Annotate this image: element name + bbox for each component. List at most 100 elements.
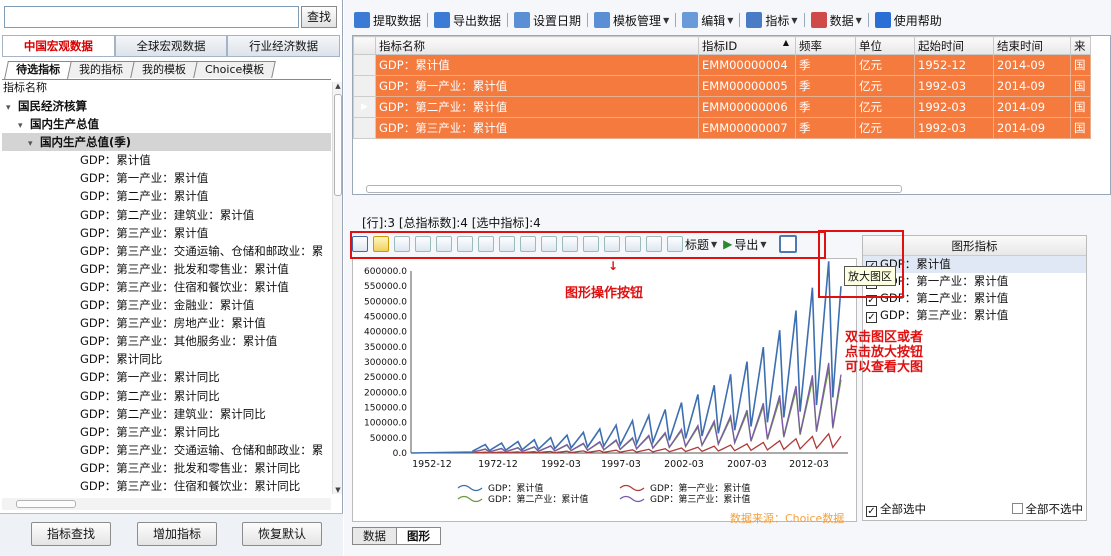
toolbar-button-3[interactable]: 模板管理 ▼: [590, 9, 673, 31]
table-cell[interactable]: 2014-09: [993, 75, 1071, 97]
tree-node[interactable]: GDP：累计同比: [2, 350, 331, 368]
tree-node[interactable]: GDP：第三产业：累计同比: [2, 423, 331, 441]
tab-my-indicators[interactable]: 我的指标: [67, 61, 135, 78]
tree-node[interactable]: ▾ 国民经济核算: [2, 97, 331, 115]
table-cell[interactable]: 1992-03: [914, 117, 994, 139]
table-cell[interactable]: 亿元: [855, 96, 915, 118]
toolbar-button-6[interactable]: 数据 ▼: [807, 9, 866, 31]
col-header-frequency[interactable]: 频率: [795, 36, 856, 55]
scroll-down-icon[interactable]: ▼: [333, 486, 343, 494]
table-cell[interactable]: 季: [795, 54, 856, 76]
col-header-name[interactable]: 指标名称: [375, 36, 699, 55]
table-cell[interactable]: 1952-12: [914, 54, 994, 76]
col-header-start[interactable]: 起始时间: [914, 36, 994, 55]
tree-node[interactable]: GDP：第三产业：金融业：累计值: [2, 296, 331, 314]
tree-node[interactable]: ▾ 国内生产总值: [2, 115, 331, 133]
toolbar-button-2[interactable]: 设置日期: [510, 9, 585, 31]
scrollbar-thumb[interactable]: [16, 500, 76, 508]
table-cell[interactable]: EMM00000005: [698, 75, 796, 97]
table-cell[interactable]: GDP：累计值: [375, 54, 699, 76]
table-cell[interactable]: 1992-03: [914, 96, 994, 118]
table-cell[interactable]: 亿元: [855, 54, 915, 76]
search-button[interactable]: 查找: [301, 6, 337, 28]
table-cell[interactable]: 2014-09: [993, 96, 1071, 118]
table-cell[interactable]: 1992-03: [914, 75, 994, 97]
table-row[interactable]: ▶ GDP：第二产业：累计值 EMM00000006 季亿元 1992-03 2014-0…: [353, 96, 1091, 118]
tree-horizontal-scrollbar[interactable]: [2, 498, 331, 510]
tree-node[interactable]: GDP：第三产业：批发和零售业：累计值: [2, 260, 331, 278]
table-row[interactable]: GDP：第三产业：累计值 EMM00000007 季亿元 1992-03 2014-09…: [353, 117, 1091, 139]
restore-default-button[interactable]: 恢复默认: [242, 522, 322, 546]
current-row-icon[interactable]: ▶: [353, 96, 376, 118]
tree-node[interactable]: GDP：第二产业：累计值: [2, 187, 331, 205]
scroll-up-icon[interactable]: ▲: [333, 82, 343, 90]
table-cell[interactable]: 季: [795, 96, 856, 118]
select-all-checkbox[interactable]: ✓ 全部选中: [866, 499, 926, 519]
table-cell[interactable]: 2014-09: [993, 54, 1071, 76]
table-cell[interactable]: GDP：第一产业：累计值: [375, 75, 699, 97]
col-header-unit[interactable]: 单位: [855, 36, 915, 55]
tree-node[interactable]: GDP：第三产业：住宿和餐饮业：累计同比: [2, 477, 331, 495]
table-cell[interactable]: 国: [1070, 54, 1091, 76]
row-header[interactable]: [353, 117, 376, 139]
tab-data[interactable]: 数据: [352, 527, 397, 545]
legend-swatch: [619, 484, 645, 492]
tree-node[interactable]: ▾ 国内生产总值(季): [2, 133, 331, 152]
table-cell[interactable]: 季: [795, 117, 856, 139]
tree-node[interactable]: GDP：第三产业：交通运输、仓储和邮政业：累: [2, 242, 331, 260]
checkbox-checked-icon[interactable]: ✓: [866, 312, 877, 323]
tree-node[interactable]: GDP：第二产业：建筑业：累计同比: [2, 405, 331, 423]
table-cell[interactable]: GDP：第二产业：累计值: [375, 96, 699, 118]
table-cell[interactable]: EMM00000007: [698, 117, 796, 139]
table-cell[interactable]: GDP：第三产业：累计值: [375, 117, 699, 139]
tree-node[interactable]: GDP：第一产业：累计同比: [2, 368, 331, 386]
tab-choice-templates[interactable]: Choice模板: [193, 61, 277, 78]
tab-chart[interactable]: 图形: [396, 527, 441, 545]
col-header-end[interactable]: 结束时间: [993, 36, 1071, 55]
grid-horizontal-scrollbar[interactable]: [352, 183, 1111, 195]
tab-my-templates[interactable]: 我的模板: [130, 61, 198, 78]
toolbar-button-7[interactable]: 使用帮助: [871, 9, 946, 31]
find-indicator-button[interactable]: 指标查找: [31, 522, 111, 546]
toolbar-button-4[interactable]: 编辑 ▼: [678, 9, 737, 31]
tree-node[interactable]: GDP：第二产业：建筑业：累计值: [2, 206, 331, 224]
tab-china-macro[interactable]: 中国宏观数据: [2, 35, 115, 57]
tree-node[interactable]: GDP：第三产业：批发和零售业：累计同比: [2, 459, 331, 477]
chart-indicator-item[interactable]: ✓ GDP：第三产业：累计值: [863, 307, 1086, 324]
add-indicator-button[interactable]: 增加指标: [137, 522, 217, 546]
tree-node[interactable]: GDP：第二产业：累计同比: [2, 387, 331, 405]
table-cell[interactable]: 2014-09: [993, 117, 1071, 139]
scrollbar-thumb[interactable]: [334, 94, 342, 196]
deselect-all-checkbox[interactable]: 全部不选中: [1011, 499, 1083, 519]
tree-node[interactable]: GDP：第三产业：累计值: [2, 224, 331, 242]
row-header[interactable]: [353, 54, 376, 76]
toolbar-button-1[interactable]: 导出数据: [430, 9, 505, 31]
col-header-source[interactable]: 来: [1070, 36, 1091, 55]
scrollbar-thumb[interactable]: [366, 185, 902, 193]
tab-candidate-indicators[interactable]: 待选指标: [4, 61, 72, 79]
table-cell[interactable]: EMM00000004: [698, 54, 796, 76]
tree-node[interactable]: GDP：第一产业：累计值: [2, 169, 331, 187]
table-cell[interactable]: 国: [1070, 75, 1091, 97]
table-cell[interactable]: 国: [1070, 96, 1091, 118]
table-cell[interactable]: EMM00000006: [698, 96, 796, 118]
toolbar-button-5[interactable]: 指标 ▼: [742, 9, 801, 31]
table-row[interactable]: GDP：第一产业：累计值 EMM00000005 季亿元 1992-03 2014-09…: [353, 75, 1091, 97]
tree-node[interactable]: GDP：第三产业：住宿和餐饮业：累计值: [2, 278, 331, 296]
toolbar-button-0[interactable]: 提取数据: [350, 9, 425, 31]
tree-vertical-scrollbar[interactable]: ▲ ▼: [332, 82, 342, 494]
table-row[interactable]: GDP：累计值 EMM00000004 季亿元 1952-12 2014-09 国: [353, 54, 1091, 76]
table-cell[interactable]: 亿元: [855, 75, 915, 97]
table-cell[interactable]: 亿元: [855, 117, 915, 139]
tree-node[interactable]: GDP：第三产业：房地产业：累计值: [2, 314, 331, 332]
col-header-id[interactable]: 指标ID ▲: [698, 36, 796, 55]
row-header[interactable]: [353, 75, 376, 97]
search-input[interactable]: [4, 6, 299, 28]
tab-industry-economy[interactable]: 行业经济数据: [227, 35, 341, 57]
table-cell[interactable]: 国: [1070, 117, 1091, 139]
table-cell[interactable]: 季: [795, 75, 856, 97]
tree-node[interactable]: GDP：第三产业：交通运输、仓储和邮政业：累: [2, 441, 331, 459]
tree-node[interactable]: GDP：第三产业：其他服务业：累计值: [2, 332, 331, 350]
tab-global-macro[interactable]: 全球宏观数据: [114, 35, 228, 57]
tree-node[interactable]: GDP：累计值: [2, 151, 331, 169]
